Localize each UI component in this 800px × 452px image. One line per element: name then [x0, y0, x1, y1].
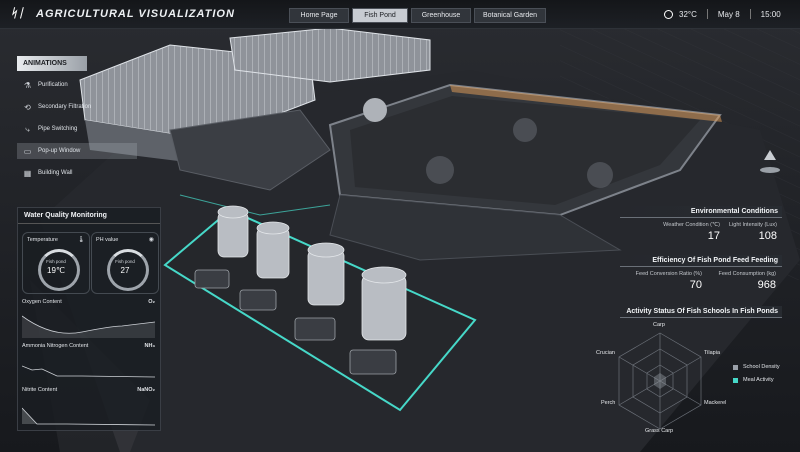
legend-label: School Density — [743, 364, 780, 370]
animations-title: ANIMATIONS — [17, 56, 87, 71]
temperature-readout: 32°C — [679, 9, 697, 19]
temperature-gauge: Temperature 🌡 Fish pond 19℃ — [22, 232, 90, 294]
legend-label: Meal Activity — [743, 377, 774, 383]
weather-stat: Weather Condition (℃) 17 — [650, 222, 720, 242]
stat-value: 70 — [689, 279, 702, 291]
menu-item-popup-window[interactable]: ▭ Pop-up Window — [17, 143, 137, 159]
radar-axis-label: Grass Carp — [645, 428, 674, 434]
status-area: 32°C May 8 15:00 — [664, 9, 781, 19]
thermometer-icon: 🌡 — [77, 237, 85, 243]
chart-label: Nitrite Content — [22, 387, 58, 393]
radar-axis-label: Mackerel — [704, 400, 727, 406]
stat-value: 968 — [757, 279, 776, 291]
app-logo: ᛋᛁ — [10, 6, 25, 20]
app-title: AGRICULTURAL VISUALIZATION — [36, 8, 235, 20]
stat-label: Feed Consumption (kg) — [718, 271, 776, 277]
nitrite-sparkline — [22, 407, 155, 426]
activity-title: Activity Status Of Fish Schools In Fish … — [620, 306, 782, 318]
nitrite-chart: Nitrite Content NaNO₂ — [22, 387, 155, 426]
stat-label: Weather Condition (℃) — [663, 222, 720, 228]
light-stat: Light Intensity (Lux) 108 — [722, 222, 777, 242]
menu-item-purification[interactable]: ⚗ Purification — [17, 77, 147, 93]
feed-panel: Efficiency Of Fish Pond Feed Feeding — [620, 255, 782, 267]
ammonia-chart: Ammonia Nitrogen Content NH₃ — [22, 343, 155, 381]
wall-icon: ▦ — [23, 168, 32, 178]
legend-swatch — [733, 364, 738, 370]
stat-label: Feed Conversion Ratio (%) — [635, 271, 702, 277]
water-quality-title: Water Quality Monitoring — [18, 208, 160, 224]
gauge-value: 19℃ — [47, 266, 65, 275]
window-icon: ▭ — [23, 146, 32, 156]
menu-item-label: Secondary Filtration — [38, 104, 92, 110]
sun-icon — [664, 9, 673, 19]
flask-icon: ⚗ — [23, 80, 32, 90]
feed-title: Efficiency Of Fish Pond Feed Feeding — [620, 255, 782, 267]
menu-item-label: Purification — [38, 82, 68, 88]
school-density-area — [654, 373, 666, 389]
legend-meal-activity: Meal Activity — [733, 377, 774, 383]
divider — [706, 9, 708, 19]
stat-value: 108 — [758, 230, 777, 242]
top-bar: ᛋᛁ AGRICULTURAL VISUALIZATION Home Page … — [0, 0, 800, 29]
chart-unit: O₂ — [148, 299, 155, 305]
environment-panel: Environmental Conditions — [620, 206, 782, 218]
radar-axis-label: Crucian — [596, 350, 615, 356]
gauge-label: PH value — [96, 237, 119, 243]
menu-item-pipe-switching[interactable]: ⤷ Pipe Switching — [17, 121, 147, 137]
water-quality-panel: Water Quality Monitoring Temperature 🌡 F… — [17, 207, 161, 431]
filter-icon: ⟲ — [24, 102, 31, 112]
radar-axis-label: Carp — [653, 322, 665, 328]
animations-menu: ANIMATIONS ⚗ Purification ⟲ Secondary Fi… — [17, 56, 147, 181]
legend-school-density: School Density — [733, 364, 780, 370]
menu-item-label: Pipe Switching — [38, 126, 78, 132]
oxygen-sparkline — [22, 315, 155, 338]
radar-axis-label: Tilapia — [704, 350, 720, 356]
chart-label: Ammonia Nitrogen Content — [22, 343, 89, 349]
menu-item-label: Pop-up Window — [38, 148, 81, 154]
chart-label: Oxygen Content — [22, 299, 62, 305]
ammonia-sparkline — [22, 365, 155, 378]
chart-unit: NH₃ — [144, 343, 156, 349]
time-readout: 15:00 — [760, 9, 781, 19]
oxygen-chart: Oxygen Content O₂ — [22, 299, 155, 338]
tab-botanical-garden[interactable]: Botanical Garden — [474, 8, 546, 23]
gauge-sub: Fish pond — [46, 259, 66, 264]
date-readout: May 8 — [717, 9, 740, 19]
chart-unit: NaNO₂ — [137, 387, 155, 393]
divider — [749, 9, 751, 19]
environment-title: Environmental Conditions — [620, 206, 782, 218]
consumption-stat: Feed Consumption (kg) 968 — [708, 271, 776, 291]
nav-tabs: Home Page Fish Pond Greenhouse Botanical… — [289, 8, 546, 23]
gauge-value: 27 — [120, 266, 130, 275]
activity-panel: Activity Status Of Fish Schools In Fish … — [620, 306, 782, 318]
menu-item-building-wall[interactable]: ▦ Building Wall — [17, 165, 147, 181]
menu-item-secondary-filtration[interactable]: ⟲ Secondary Filtration — [17, 99, 147, 115]
stat-label: Light Intensity (Lux) — [729, 222, 777, 228]
activity-radar-chart — [618, 332, 702, 430]
ph-icon: ◉ — [148, 237, 154, 243]
tab-home-page[interactable]: Home Page — [289, 8, 349, 23]
gauge-label: Temperature — [27, 237, 58, 243]
tab-fish-pond[interactable]: Fish Pond — [352, 8, 408, 23]
gauge-sub: Fish pond — [115, 259, 135, 264]
stat-value: 17 — [707, 230, 720, 242]
pipe-icon: ⤷ — [25, 124, 30, 134]
tab-greenhouse[interactable]: Greenhouse — [411, 8, 471, 23]
radar-axis-label: Perch — [601, 400, 616, 406]
ph-gauge: PH value ◉ Fish pond 27 — [91, 232, 159, 294]
conversion-stat: Feed Conversion Ratio (%) 70 — [630, 271, 702, 291]
legend-swatch — [733, 377, 738, 383]
menu-item-label: Building Wall — [38, 170, 73, 176]
